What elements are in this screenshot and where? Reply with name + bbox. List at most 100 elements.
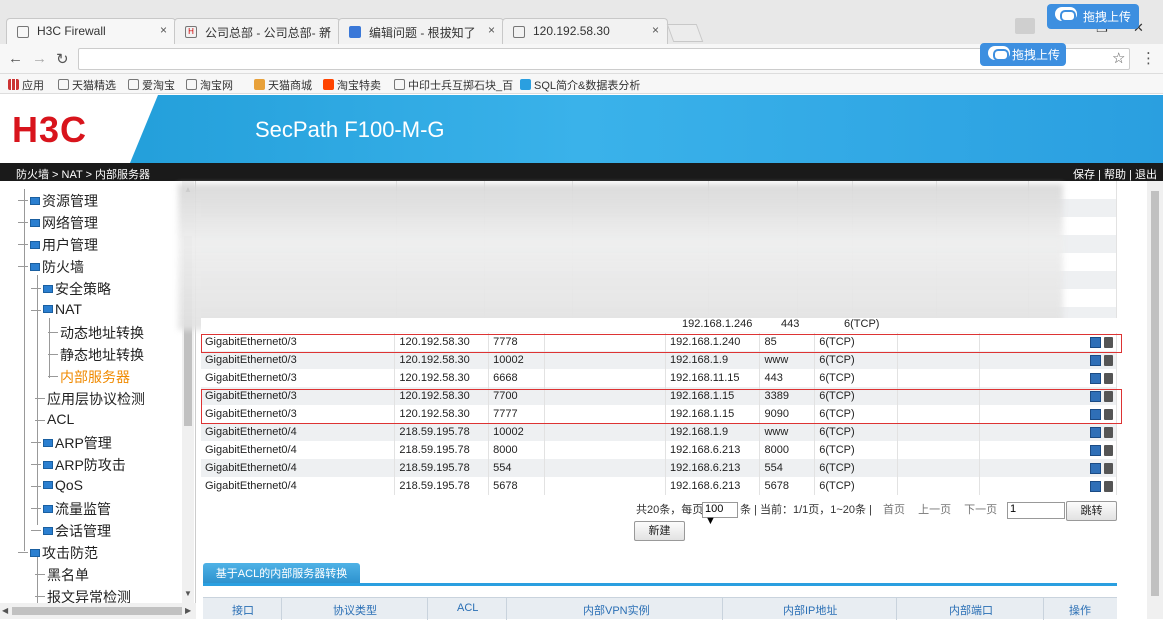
internal-port-cell: 554 (759, 459, 816, 477)
sidebar-item-network[interactable]: 网络管理 (18, 213, 98, 233)
internal-ip-cell: 192.168.6.213 (665, 459, 761, 477)
sidebar-item-internal-server[interactable]: 内部服务器 (48, 367, 130, 387)
address-bar: ← → ↻ 拖拽上传 ☆ ⋮ (0, 43, 1163, 74)
table-row: GigabitEthernet0/3 120.192.58.30 6668 19… (201, 369, 1118, 387)
sidebar-item-alg[interactable]: 应用层协议检测 (35, 389, 145, 409)
internal-ip-cell: 192.168.6.213 (665, 477, 761, 495)
internal-ip-cell: 192.168.1.9 (665, 351, 761, 369)
back-icon[interactable]: ← (8, 50, 23, 67)
star-icon[interactable]: ☆ (1112, 49, 1125, 67)
delete-icon[interactable] (1103, 426, 1113, 438)
forward-icon[interactable]: → (32, 50, 47, 67)
protocol-cell: 6(TCP) (814, 441, 899, 459)
new-button[interactable]: 新建 (634, 521, 685, 541)
sidebar-hscrollbar[interactable]: ◀ ▶ (0, 603, 196, 619)
scroll-down-icon[interactable]: ▼ (184, 589, 192, 598)
ops-cell (979, 459, 1118, 477)
sidebar-item-arp[interactable]: ARP管理 (31, 433, 112, 453)
upload-button[interactable]: 拖拽上传 (1047, 4, 1140, 29)
reload-icon[interactable]: ↻ (56, 50, 69, 68)
col-actions: 操作 (1069, 605, 1091, 617)
bookmark-apps[interactable]: 应用 (8, 77, 44, 93)
new-tab-button[interactable] (666, 24, 704, 42)
sidebar-item-arp-attack[interactable]: ARP防攻击 (31, 455, 126, 475)
help-link[interactable]: 帮助 (1104, 169, 1126, 181)
bookmark-item[interactable]: 淘宝特卖 (323, 77, 381, 93)
acl-tab[interactable]: 基于ACL的内部服务器转换 (203, 563, 360, 585)
bookmark-item[interactable]: 中印士兵互掷石块_百 (394, 77, 513, 93)
sidebar-item-qos[interactable]: QoS (31, 477, 83, 493)
edit-icon[interactable] (1089, 372, 1101, 384)
tab-ip[interactable]: 120.192.58.30 × (502, 18, 668, 44)
bookmark-item[interactable]: 淘宝网 (186, 77, 233, 93)
sidebar-item-blacklist[interactable]: 黑名单 (35, 565, 89, 585)
tmall-icon (254, 79, 265, 90)
close-icon[interactable]: × (488, 23, 495, 37)
page-number-input[interactable]: 1 (1007, 502, 1065, 519)
logout-link[interactable]: 退出 (1135, 169, 1157, 181)
partial-row: 192.168.1.246 443 6(TCP) (201, 318, 1117, 332)
scroll-right-icon[interactable]: ▶ (185, 606, 191, 615)
sidebar-item-traffic[interactable]: 流量监管 (31, 499, 111, 519)
internal-ip-cell: 192.168.6.213 (665, 441, 761, 459)
jump-button[interactable]: 跳转 (1066, 501, 1117, 521)
sidebar-item-session[interactable]: 会话管理 (31, 521, 111, 541)
prev-page-link[interactable]: 上一页 (918, 504, 951, 516)
delete-icon[interactable] (1103, 354, 1113, 366)
edit-icon[interactable] (1089, 354, 1101, 366)
close-icon[interactable]: × (652, 23, 659, 37)
menu-icon[interactable]: ⋮ (1141, 49, 1156, 67)
sidebar-item-dynamic-nat[interactable]: 动态地址转换 (48, 323, 144, 343)
sidebar-item-attack-defense[interactable]: 攻击防范 (18, 543, 98, 563)
redacted-area (178, 184, 1063, 330)
col-internal-ip: 内部IP地址 (783, 605, 838, 617)
scroll-left-icon[interactable]: ◀ (2, 606, 8, 615)
edit-icon[interactable] (1089, 480, 1101, 492)
vpn-cell (544, 423, 666, 441)
interface-cell: GigabitEthernet0/4 (201, 441, 396, 459)
bookmark-item[interactable]: 天猫精选 (58, 77, 116, 93)
edit-icon[interactable] (1089, 462, 1101, 474)
page-icon (513, 26, 525, 38)
cloud-icon (1055, 7, 1077, 22)
main-scroll-thumb[interactable] (1151, 191, 1159, 596)
internal-port-cell: www (759, 351, 816, 369)
bookmark-item[interactable]: 爱淘宝 (128, 77, 175, 93)
delete-icon[interactable] (1103, 372, 1113, 384)
main-scrollbar[interactable] (1147, 181, 1163, 619)
close-icon[interactable]: × (160, 23, 167, 37)
sidebar-item-nat[interactable]: NAT (31, 301, 82, 317)
breadcrumb-bar: 防火墙 > NAT > 内部服务器 保存 | 帮助 | 退出 (0, 163, 1163, 181)
page-size-select[interactable]: 100 ▼ (702, 502, 738, 527)
tab-h3c-firewall[interactable]: H3C Firewall × (6, 18, 176, 44)
folder-icon (30, 197, 40, 205)
upload-button-2[interactable]: 拖拽上传 (980, 43, 1067, 66)
sidebar-item-user[interactable]: 用户管理 (18, 235, 98, 255)
user-icon[interactable] (1015, 18, 1035, 34)
logo-wedge (130, 95, 158, 163)
delete-icon[interactable] (1103, 444, 1113, 456)
folder-open-icon (43, 305, 53, 313)
hscroll-thumb[interactable] (12, 607, 182, 615)
edit-icon[interactable] (1089, 444, 1101, 456)
delete-icon[interactable] (1103, 462, 1113, 474)
tab-edit-question[interactable]: 编辑问题 - 根拔知了 × (338, 18, 504, 44)
bookmark-item[interactable]: SQL简介&数据表分析 (520, 77, 640, 93)
save-link[interactable]: 保存 (1073, 169, 1095, 181)
next-page-link[interactable]: 下一页 (964, 504, 997, 516)
delete-icon[interactable] (1103, 480, 1113, 492)
sidebar-item-acl[interactable]: ACL (35, 411, 74, 427)
edit-icon[interactable] (1089, 426, 1101, 438)
sidebar-item-resource[interactable]: 资源管理 (18, 191, 98, 211)
close-icon[interactable]: × (324, 23, 331, 37)
external-port-cell: 554 (488, 459, 546, 477)
table-row: GigabitEthernet0/4 218.59.195.78 10002 1… (201, 423, 1118, 441)
sidebar-item-static-nat[interactable]: 静态地址转换 (48, 345, 144, 365)
tab-company-hq[interactable]: H 公司总部 - 公司总部- 新 × (174, 18, 340, 44)
nav-tree: 资源管理 网络管理 用户管理 防火墙 安全策略 NAT 动态地址转换 静态地址转… (0, 181, 182, 611)
bookmark-item[interactable]: 天猫商城 (254, 77, 312, 93)
sidebar-item-firewall[interactable]: 防火墙 (18, 257, 84, 277)
sidebar-item-security-policy[interactable]: 安全策略 (31, 279, 111, 299)
first-page-link[interactable]: 首页 (883, 504, 905, 516)
url-input[interactable] (78, 48, 1130, 70)
